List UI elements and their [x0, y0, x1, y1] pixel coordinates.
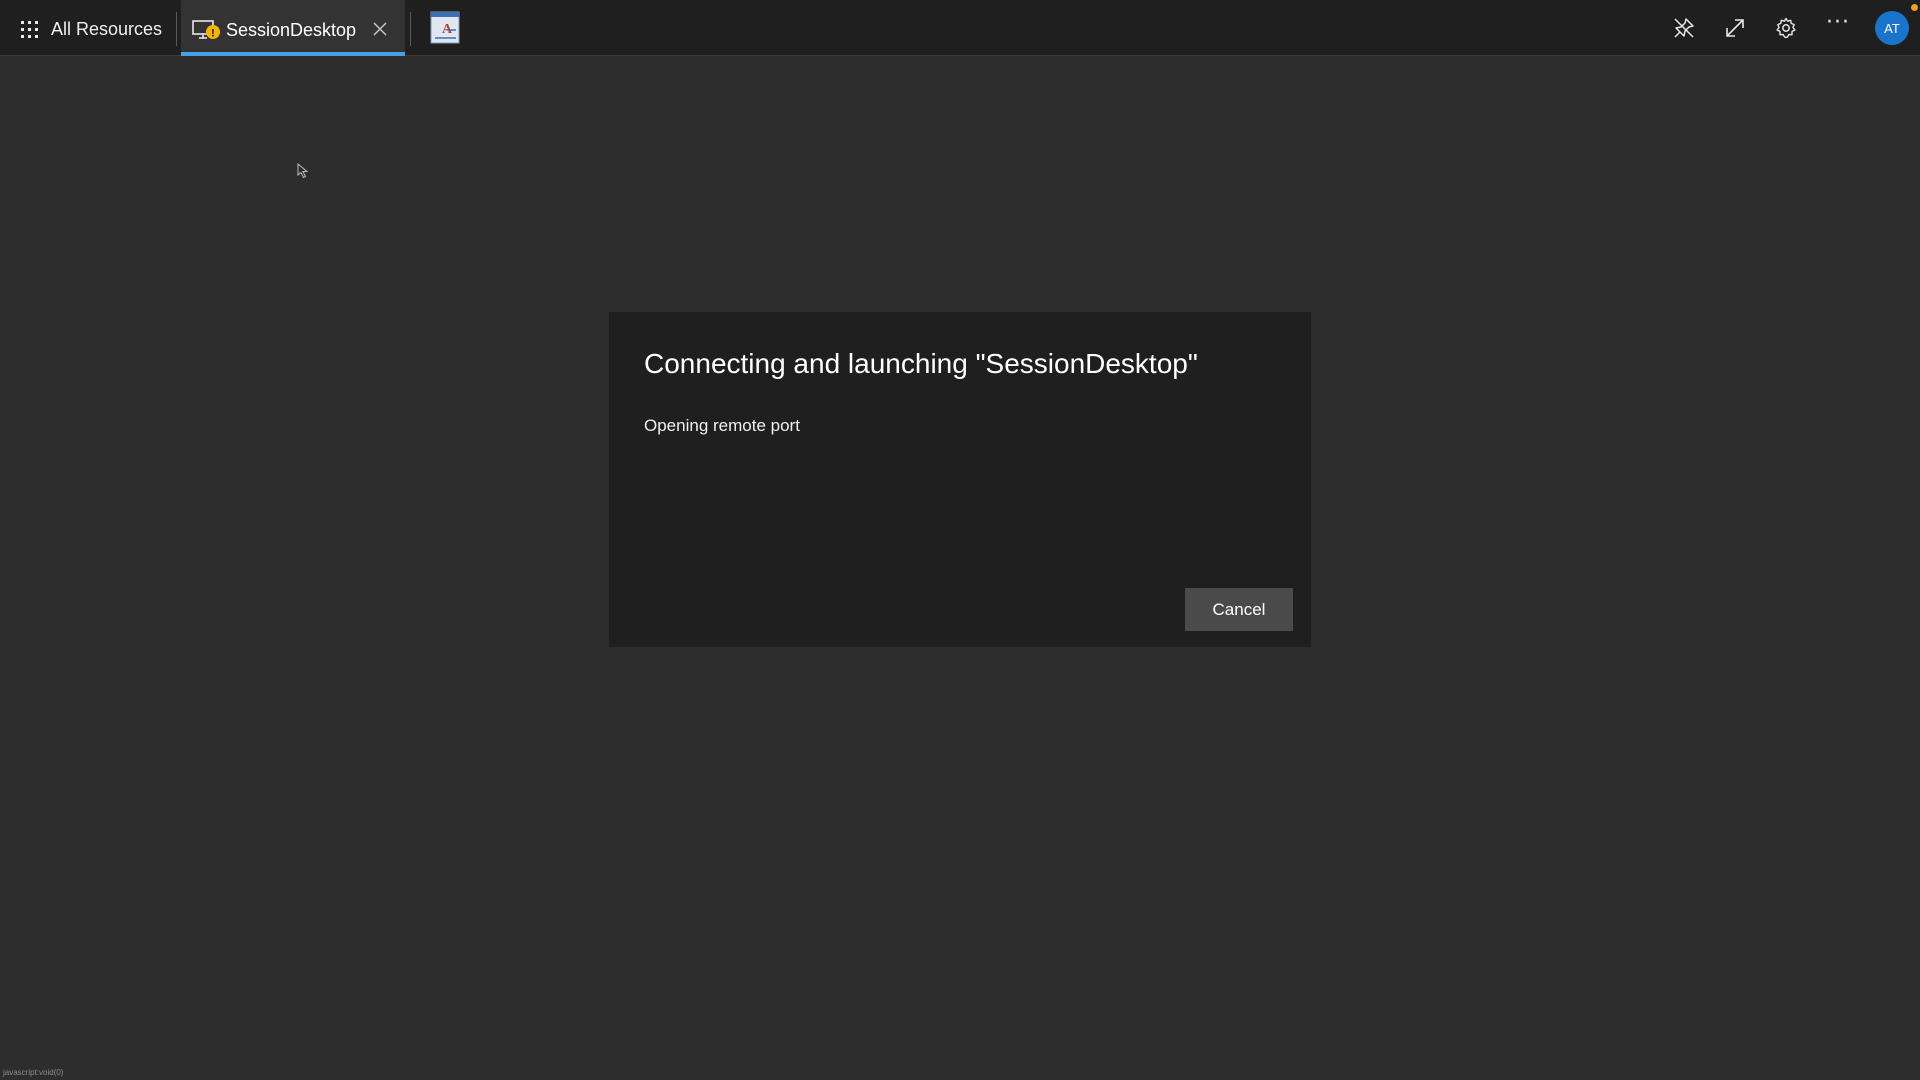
notification-dot — [1911, 4, 1918, 11]
more-options-button[interactable]: ··· — [1819, 10, 1857, 46]
active-tab-indicator — [181, 52, 405, 56]
settings-button[interactable] — [1767, 10, 1805, 46]
dialog-title: Connecting and launching "SessionDesktop… — [644, 348, 1198, 379]
divider — [410, 12, 411, 46]
app-thumbnail-icon[interactable]: A — [430, 11, 460, 44]
gear-icon — [1776, 17, 1796, 39]
top-bar: All Resources ! SessionDesktop A ··· AT — [0, 0, 1920, 56]
close-icon[interactable] — [371, 20, 389, 38]
all-resources-label: All Resources — [51, 19, 163, 39]
tab-session-desktop[interactable]: ! SessionDesktop — [181, 0, 405, 56]
unpin-button[interactable] — [1665, 10, 1703, 46]
divider — [176, 12, 177, 46]
apps-grid-icon — [21, 21, 38, 38]
unpin-icon — [1674, 18, 1694, 38]
connection-dialog: Connecting and launching "SessionDesktop… — [609, 312, 1311, 647]
dialog-status-text: Opening remote port — [644, 416, 800, 435]
status-bar-link-preview: javascript:void(0) — [3, 1068, 64, 1077]
cancel-button[interactable]: Cancel — [1185, 588, 1293, 631]
all-resources-button[interactable]: All Resources — [0, 0, 176, 56]
remote-desktop-icon: ! — [192, 20, 220, 40]
avatar-initials: AT — [1884, 20, 1900, 36]
mouse-cursor-icon — [297, 163, 309, 179]
tab-label: SessionDesktop — [226, 20, 357, 40]
fullscreen-button[interactable] — [1716, 10, 1754, 46]
fullscreen-icon — [1726, 19, 1744, 37]
tab-status-badge: ! — [211, 28, 215, 40]
avatar[interactable]: AT — [1875, 11, 1909, 45]
more-icon: ··· — [1826, 10, 1850, 35]
